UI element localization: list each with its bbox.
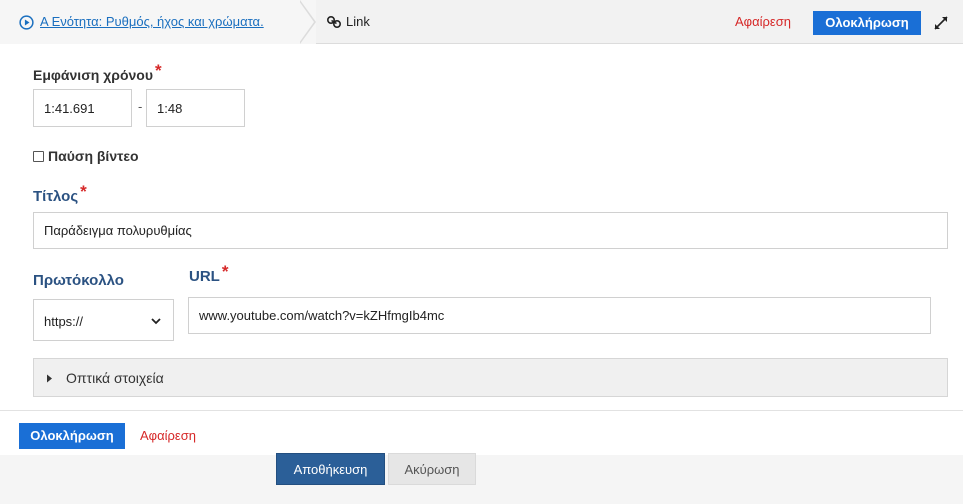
link-icon (326, 15, 342, 29)
done-button-top[interactable]: Ολοκλήρωση (813, 11, 921, 35)
time-label-text: Εμφάνιση χρόνου (33, 67, 153, 83)
required-mark: * (221, 262, 229, 281)
protocol-select-value: https:// (44, 314, 84, 329)
title-label-text: Τίτλος (33, 188, 79, 205)
divider (0, 410, 963, 411)
pause-video-label[interactable]: Παύση βίντεο (48, 148, 139, 164)
expand-icon[interactable] (932, 14, 950, 32)
caret-right-icon (47, 374, 52, 383)
time-start-input[interactable] (33, 89, 132, 127)
done-button-bottom[interactable]: Ολοκλήρωση (19, 423, 125, 449)
chevron-down-icon (151, 318, 161, 325)
remove-link-top[interactable]: Αφαίρεση (735, 14, 791, 29)
pause-video-checkbox[interactable] (33, 151, 44, 162)
required-mark: * (154, 61, 162, 80)
play-circle-icon[interactable] (19, 15, 34, 30)
breadcrumb-current: Link (346, 14, 370, 29)
visual-elements-label: Οπτικά στοιχεία (66, 370, 164, 386)
save-button[interactable]: Αποθήκευση (276, 453, 385, 485)
time-label: Εμφάνιση χρόνου * (33, 61, 162, 85)
url-label-text: URL (189, 268, 220, 285)
title-input[interactable] (33, 212, 948, 249)
top-bar: Α Ενότητα: Ρυθμός, ήχος και χρώματα. Lin… (0, 0, 963, 44)
remove-link-bottom[interactable]: Αφαίρεση (140, 428, 196, 443)
protocol-label: Πρωτόκολλο (33, 272, 124, 289)
time-end-input[interactable] (146, 89, 245, 127)
cancel-button[interactable]: Ακύρωση (388, 453, 476, 485)
protocol-select[interactable]: https:// (33, 299, 174, 341)
time-separator: - (138, 99, 143, 114)
visual-elements-toggle[interactable]: Οπτικά στοιχεία (33, 358, 948, 397)
breadcrumb-link[interactable]: Α Ενότητα: Ρυθμός, ήχος και χρώματα. (40, 14, 264, 29)
url-label: URL * (189, 262, 228, 286)
title-label: Τίτλος * (33, 182, 87, 206)
url-input[interactable] (188, 297, 931, 334)
editor-panel: Α Ενότητα: Ρυθμός, ήχος και χρώματα. Lin… (0, 0, 963, 455)
required-mark: * (80, 182, 87, 201)
